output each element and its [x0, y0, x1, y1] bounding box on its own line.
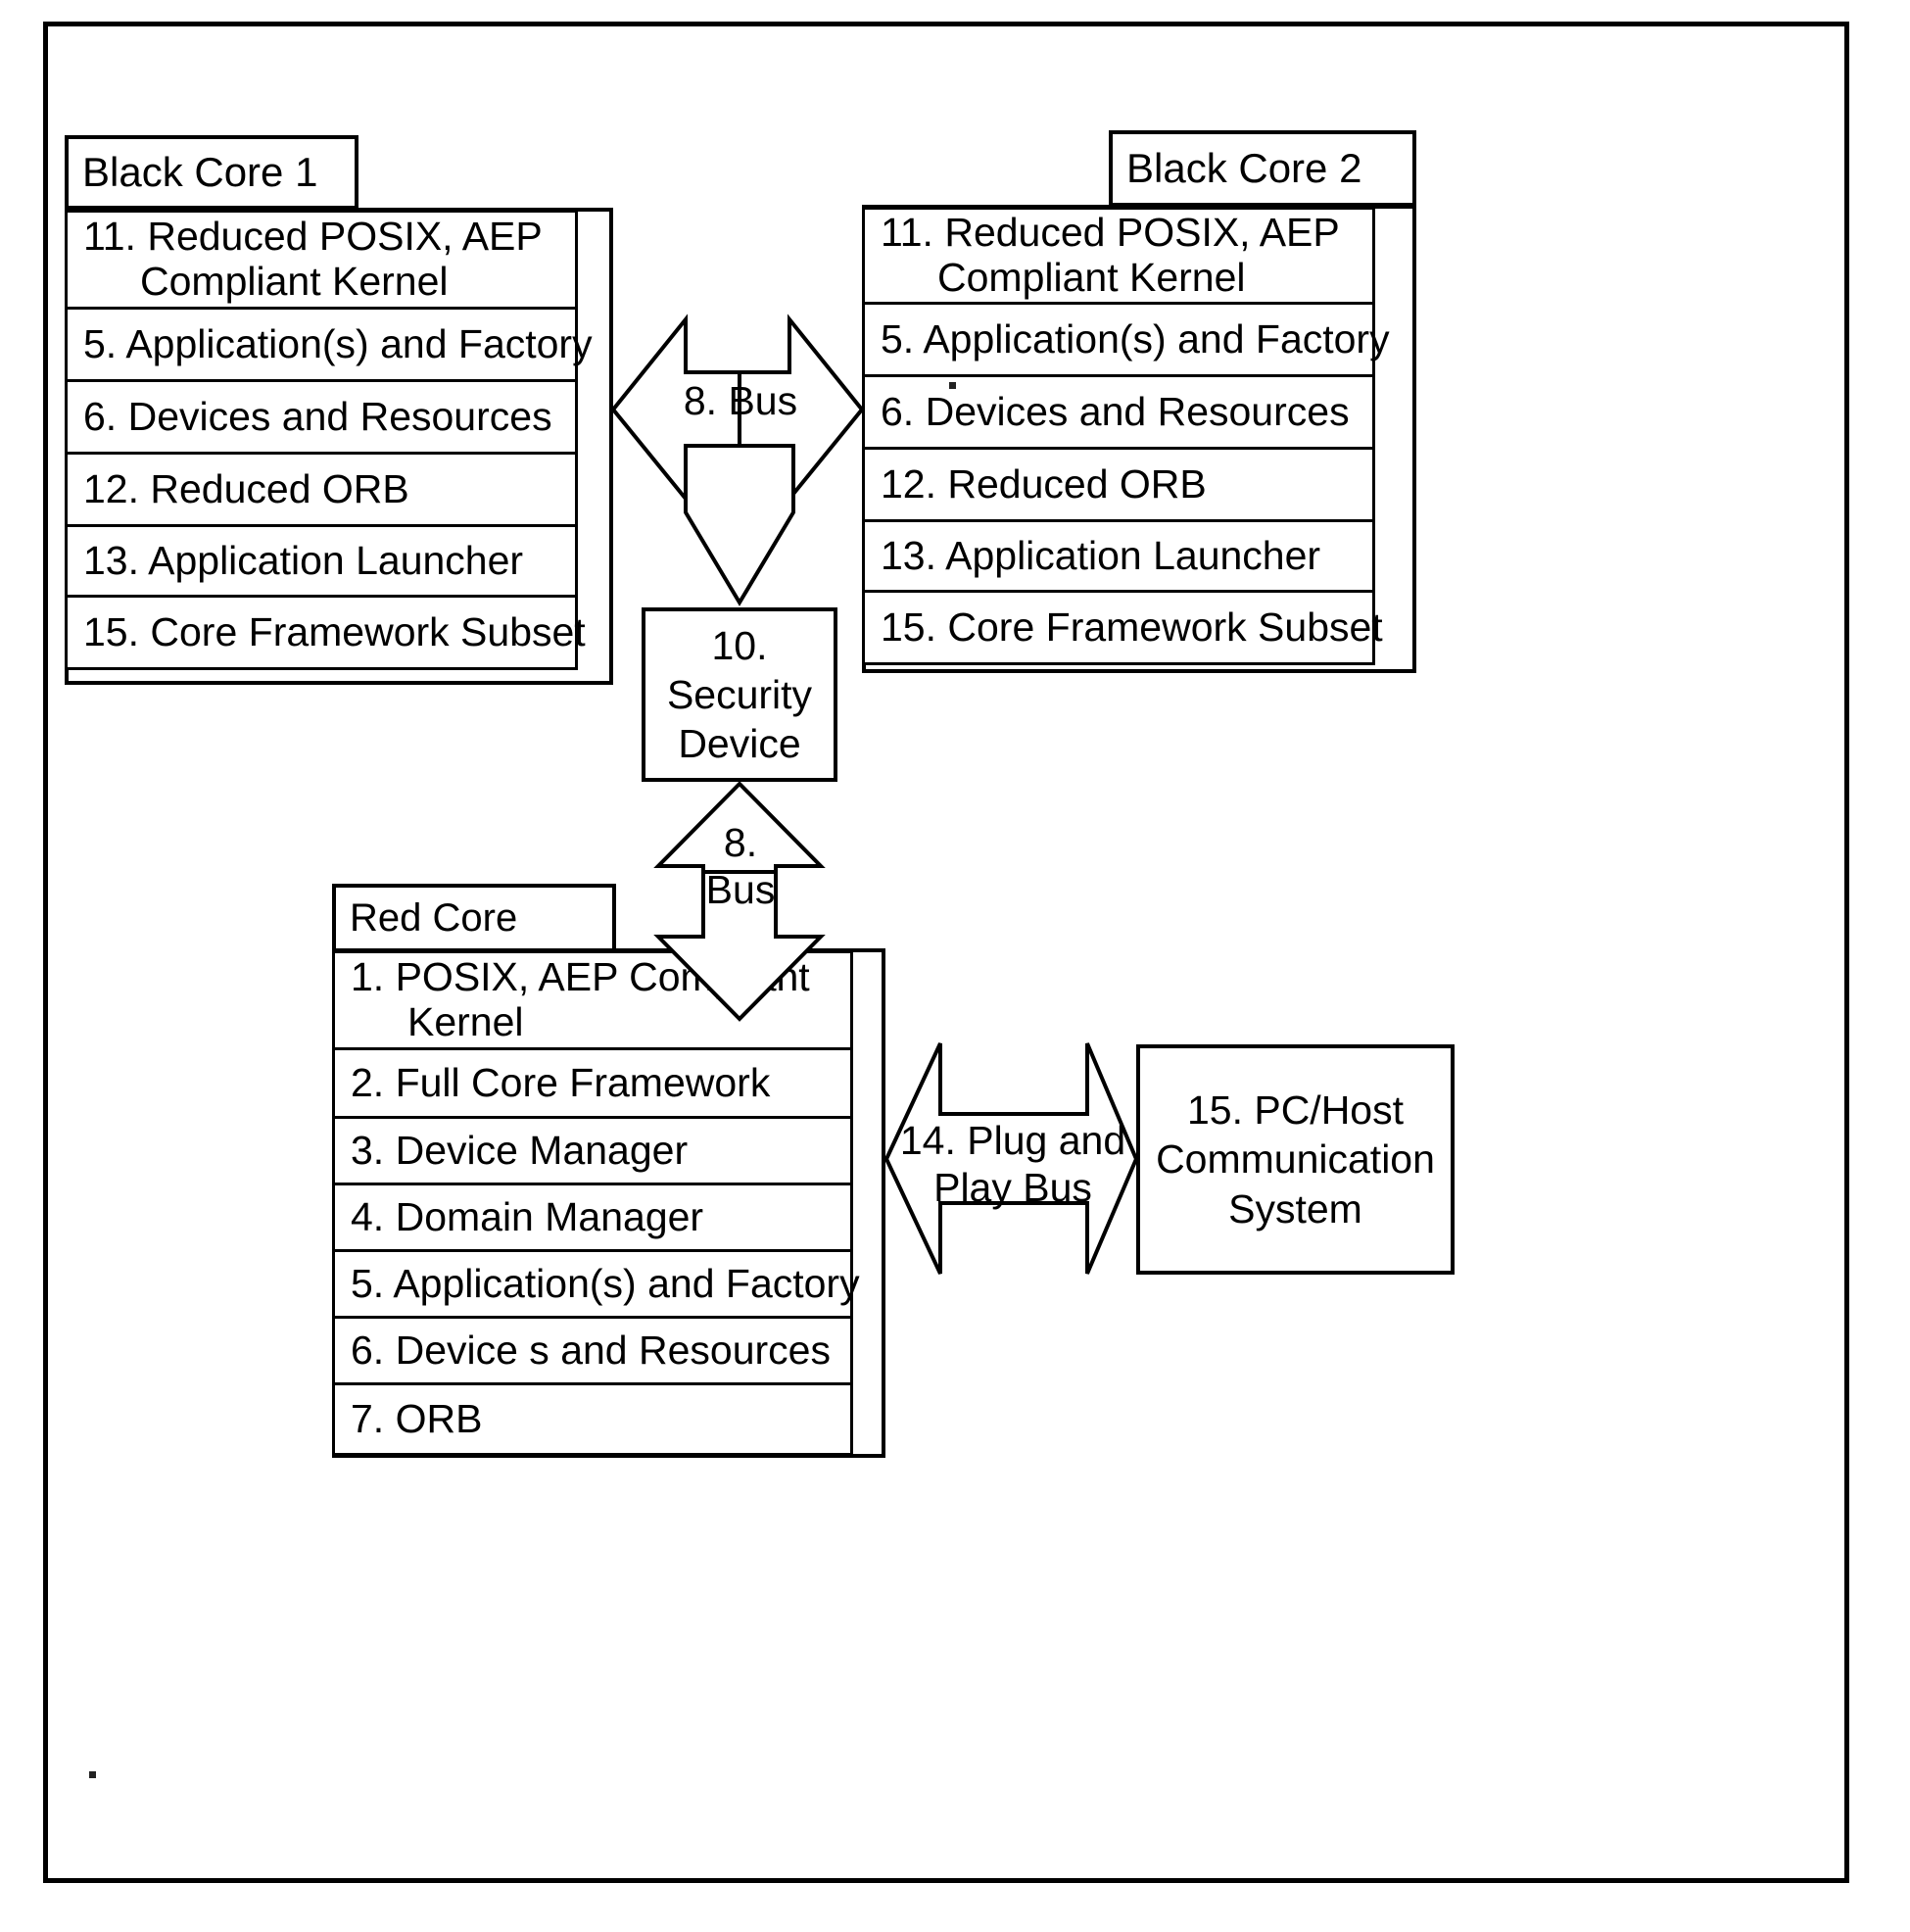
row-label-cont: Compliant Kernel — [140, 259, 449, 304]
table-row[interactable]: 1. POSIX, AEP Compliant Kernel — [332, 950, 853, 1050]
row-label: 15. Core Framework Subset — [881, 604, 1383, 650]
red-core-row-list: 1. POSIX, AEP Compliant Kernel 2. Full C… — [332, 950, 860, 1456]
row-label-cont: Compliant Kernel — [937, 255, 1246, 300]
red-core-title: Red Core — [350, 896, 518, 940]
table-row[interactable]: 13. Application Launcher — [65, 527, 578, 598]
row-label: 5. Application(s) and Factory — [881, 315, 1390, 362]
plug-and-play-bus-label: 14. Plug and Play Bus — [899, 1118, 1126, 1211]
scan-artifact-speck — [949, 382, 956, 389]
row-label: 1. POSIX, AEP Compliant — [351, 954, 810, 1000]
bus-horizontal-label: 8. Bus — [683, 378, 798, 423]
row-label: 2. Full Core Framework — [351, 1059, 771, 1105]
table-row[interactable]: 11. Reduced POSIX, AEP Compliant Kernel — [65, 210, 578, 310]
black-core-1-row-list: 11. Reduced POSIX, AEP Compliant Kernel … — [65, 210, 593, 670]
black-core-2-row-list: 11. Reduced POSIX, AEP Compliant Kernel … — [862, 207, 1390, 665]
row-label-cont: Kernel — [407, 999, 524, 1044]
bus-vertical-label: 8. Bus — [705, 820, 776, 913]
figure-canvas: Black Core 1 11. Reduced POSIX, AEP Comp… — [0, 0, 1910, 1932]
table-row[interactable]: 2. Full Core Framework — [332, 1050, 853, 1119]
table-row[interactable]: 12. Reduced ORB — [65, 455, 578, 527]
table-row[interactable]: 13. Application Launcher — [862, 522, 1375, 593]
table-row[interactable]: 6. Device s and Resources — [332, 1319, 853, 1385]
row-label: 11. Reduced POSIX, AEP — [881, 210, 1340, 256]
table-row[interactable]: 3. Device Manager — [332, 1119, 853, 1185]
table-row[interactable]: 6. Devices and Resources — [65, 382, 578, 455]
table-row[interactable]: 6. Devices and Resources — [862, 377, 1375, 450]
security-device-label: 10. Security Device — [666, 622, 813, 766]
row-label: 13. Application Launcher — [881, 532, 1321, 578]
red-core-tab: Red Core — [332, 884, 616, 952]
table-row[interactable]: 11. Reduced POSIX, AEP Compliant Kernel — [862, 207, 1375, 305]
black-core-1-tab: Black Core 1 — [65, 135, 358, 210]
table-row[interactable]: 15. Core Framework Subset — [65, 598, 586, 670]
security-device-box[interactable]: 10. Security Device — [642, 607, 837, 782]
row-label: 7. ORB — [351, 1395, 483, 1441]
row-label: 12. Reduced ORB — [881, 460, 1207, 507]
table-row[interactable]: 4. Domain Manager — [332, 1185, 853, 1252]
table-row[interactable]: 7. ORB — [332, 1385, 853, 1456]
row-label: 4. Domain Manager — [351, 1193, 704, 1239]
row-label: 11. Reduced POSIX, AEP — [83, 214, 543, 260]
table-row[interactable]: 5. Application(s) and Factory — [862, 305, 1390, 377]
pc-host-communication-system-box[interactable]: 15. PC/Host Communication System — [1136, 1044, 1455, 1275]
row-label: 3. Device Manager — [351, 1127, 689, 1173]
table-row[interactable]: 12. Reduced ORB — [862, 450, 1375, 522]
table-row[interactable]: 5. Application(s) and Factory — [65, 310, 593, 382]
row-label: 13. Application Launcher — [83, 537, 524, 583]
scan-artifact-speck — [89, 1771, 96, 1778]
row-label: 6. Device s and Resources — [351, 1327, 831, 1373]
table-row[interactable]: 15. Core Framework Subset — [862, 593, 1383, 665]
table-row[interactable]: 5. Application(s) and Factory — [332, 1252, 860, 1319]
black-core-2-title: Black Core 2 — [1126, 145, 1362, 191]
black-core-2-tab: Black Core 2 — [1109, 130, 1416, 207]
pc-host-label: 15. PC/Host Communication System — [1156, 1087, 1435, 1232]
row-label: 6. Devices and Resources — [881, 388, 1350, 434]
row-label: 15. Core Framework Subset — [83, 608, 586, 654]
row-label: 6. Devices and Resources — [83, 393, 552, 439]
row-label: 12. Reduced ORB — [83, 465, 409, 511]
black-core-1-title: Black Core 1 — [82, 149, 318, 195]
row-label: 5. Application(s) and Factory — [83, 320, 593, 366]
row-label: 5. Application(s) and Factory — [351, 1260, 860, 1306]
